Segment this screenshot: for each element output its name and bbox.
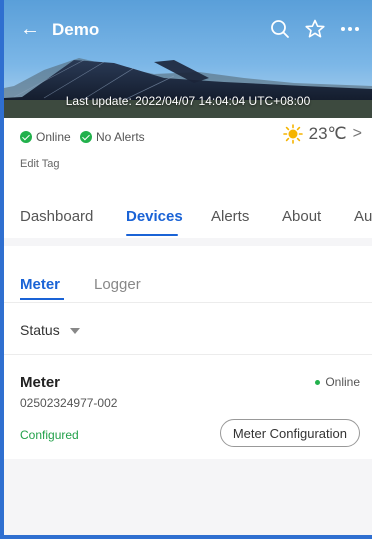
window-border [4, 535, 372, 539]
device-online-status: Online [315, 375, 360, 389]
status-filter-label: Status [20, 322, 60, 338]
subtab-meter[interactable]: Meter [20, 276, 60, 293]
tab-about[interactable]: About [282, 208, 321, 225]
alerts-status: No Alerts [80, 130, 145, 144]
arrow-left-icon[interactable]: ← [20, 19, 40, 39]
chevron-right-icon: > [352, 125, 362, 142]
device-status-label: Online [325, 375, 360, 389]
sun-icon [282, 124, 303, 144]
tab-devices[interactable]: Devices [126, 208, 183, 225]
tab-dashboard[interactable]: Dashboard [20, 208, 93, 225]
active-subtab-indicator [20, 298, 64, 300]
check-circle-icon [20, 131, 32, 143]
header-banner: ← Demo Last update: 2022/04/07 14:04:04 … [4, 0, 372, 118]
caret-down-icon [69, 328, 80, 334]
tab-au[interactable]: Au [354, 208, 372, 225]
page-title: Demo [52, 20, 100, 39]
online-status: Online [20, 130, 71, 144]
check-circle-icon [80, 131, 92, 143]
main-tabs: Dashboard Devices Alerts About Au [4, 196, 372, 238]
subtab-logger[interactable]: Logger [94, 276, 141, 293]
device-name: Meter [20, 374, 61, 391]
top-bar: ← Demo [4, 12, 372, 48]
last-update-text: Last update: 2022/04/07 14:04:04 UTC+08:… [65, 94, 311, 108]
devices-panel: Meter Logger Status Meter Online 0250232… [4, 246, 372, 459]
status-filter-dropdown[interactable]: Status [20, 322, 80, 338]
search-icon[interactable] [269, 18, 291, 40]
alerts-label: No Alerts [96, 130, 145, 144]
active-tab-indicator [126, 234, 178, 236]
star-icon[interactable] [304, 18, 326, 40]
more-icon[interactable] [339, 18, 361, 40]
tab-alerts[interactable]: Alerts [211, 208, 249, 225]
divider [4, 354, 372, 355]
divider [4, 302, 372, 303]
edit-tag-link[interactable]: Edit Tag [20, 158, 60, 170]
status-dot-icon [315, 379, 321, 385]
meter-configuration-button[interactable]: Meter Configuration [219, 419, 360, 447]
temperature-value: 23℃ [308, 124, 347, 143]
weather-widget[interactable]: 23℃ > [282, 124, 362, 144]
config-state: Configured [20, 428, 79, 442]
online-label: Online [36, 130, 71, 144]
device-serial: 02502324977-002 [20, 396, 118, 410]
